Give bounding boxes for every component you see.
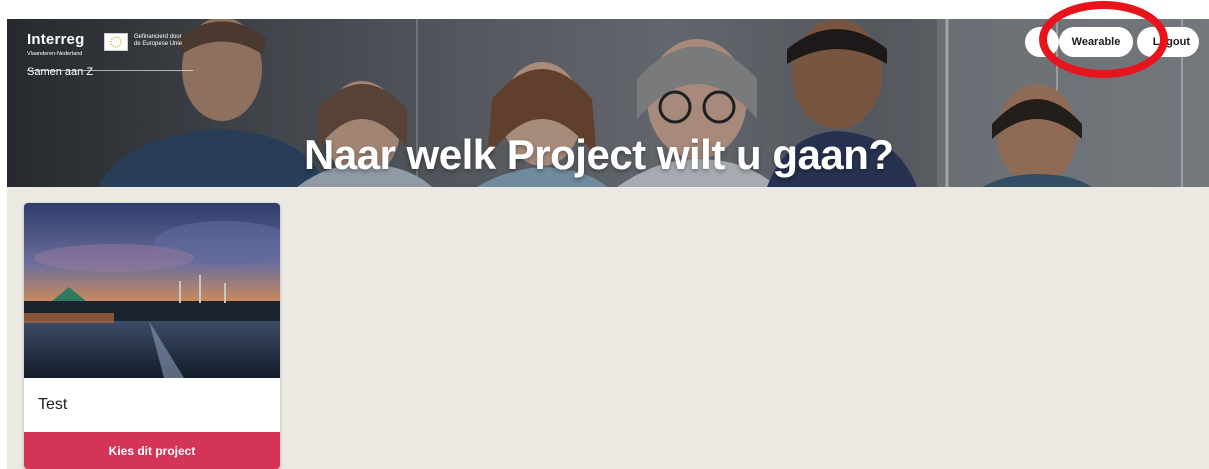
- project-name: Test: [38, 396, 68, 413]
- eu-flag-icon: [104, 33, 128, 51]
- logo-region: Vlaanderen-Nederland: [27, 51, 83, 57]
- annotation-circle: [1039, 1, 1168, 78]
- logo-wordmark: Interreg: [27, 31, 85, 48]
- project-card: Test Kies dit project: [24, 203, 280, 469]
- project-image: [24, 203, 280, 378]
- choose-project-button[interactable]: Kies dit project: [24, 432, 280, 469]
- project-list: Test Kies dit project: [7, 187, 1209, 469]
- page-title: Naar welk Project wilt u gaan?: [304, 131, 894, 178]
- site-name: Samen aan Z: [27, 66, 94, 78]
- eu-funding-text: Gefinancierd door de Europese Unie: [134, 34, 183, 47]
